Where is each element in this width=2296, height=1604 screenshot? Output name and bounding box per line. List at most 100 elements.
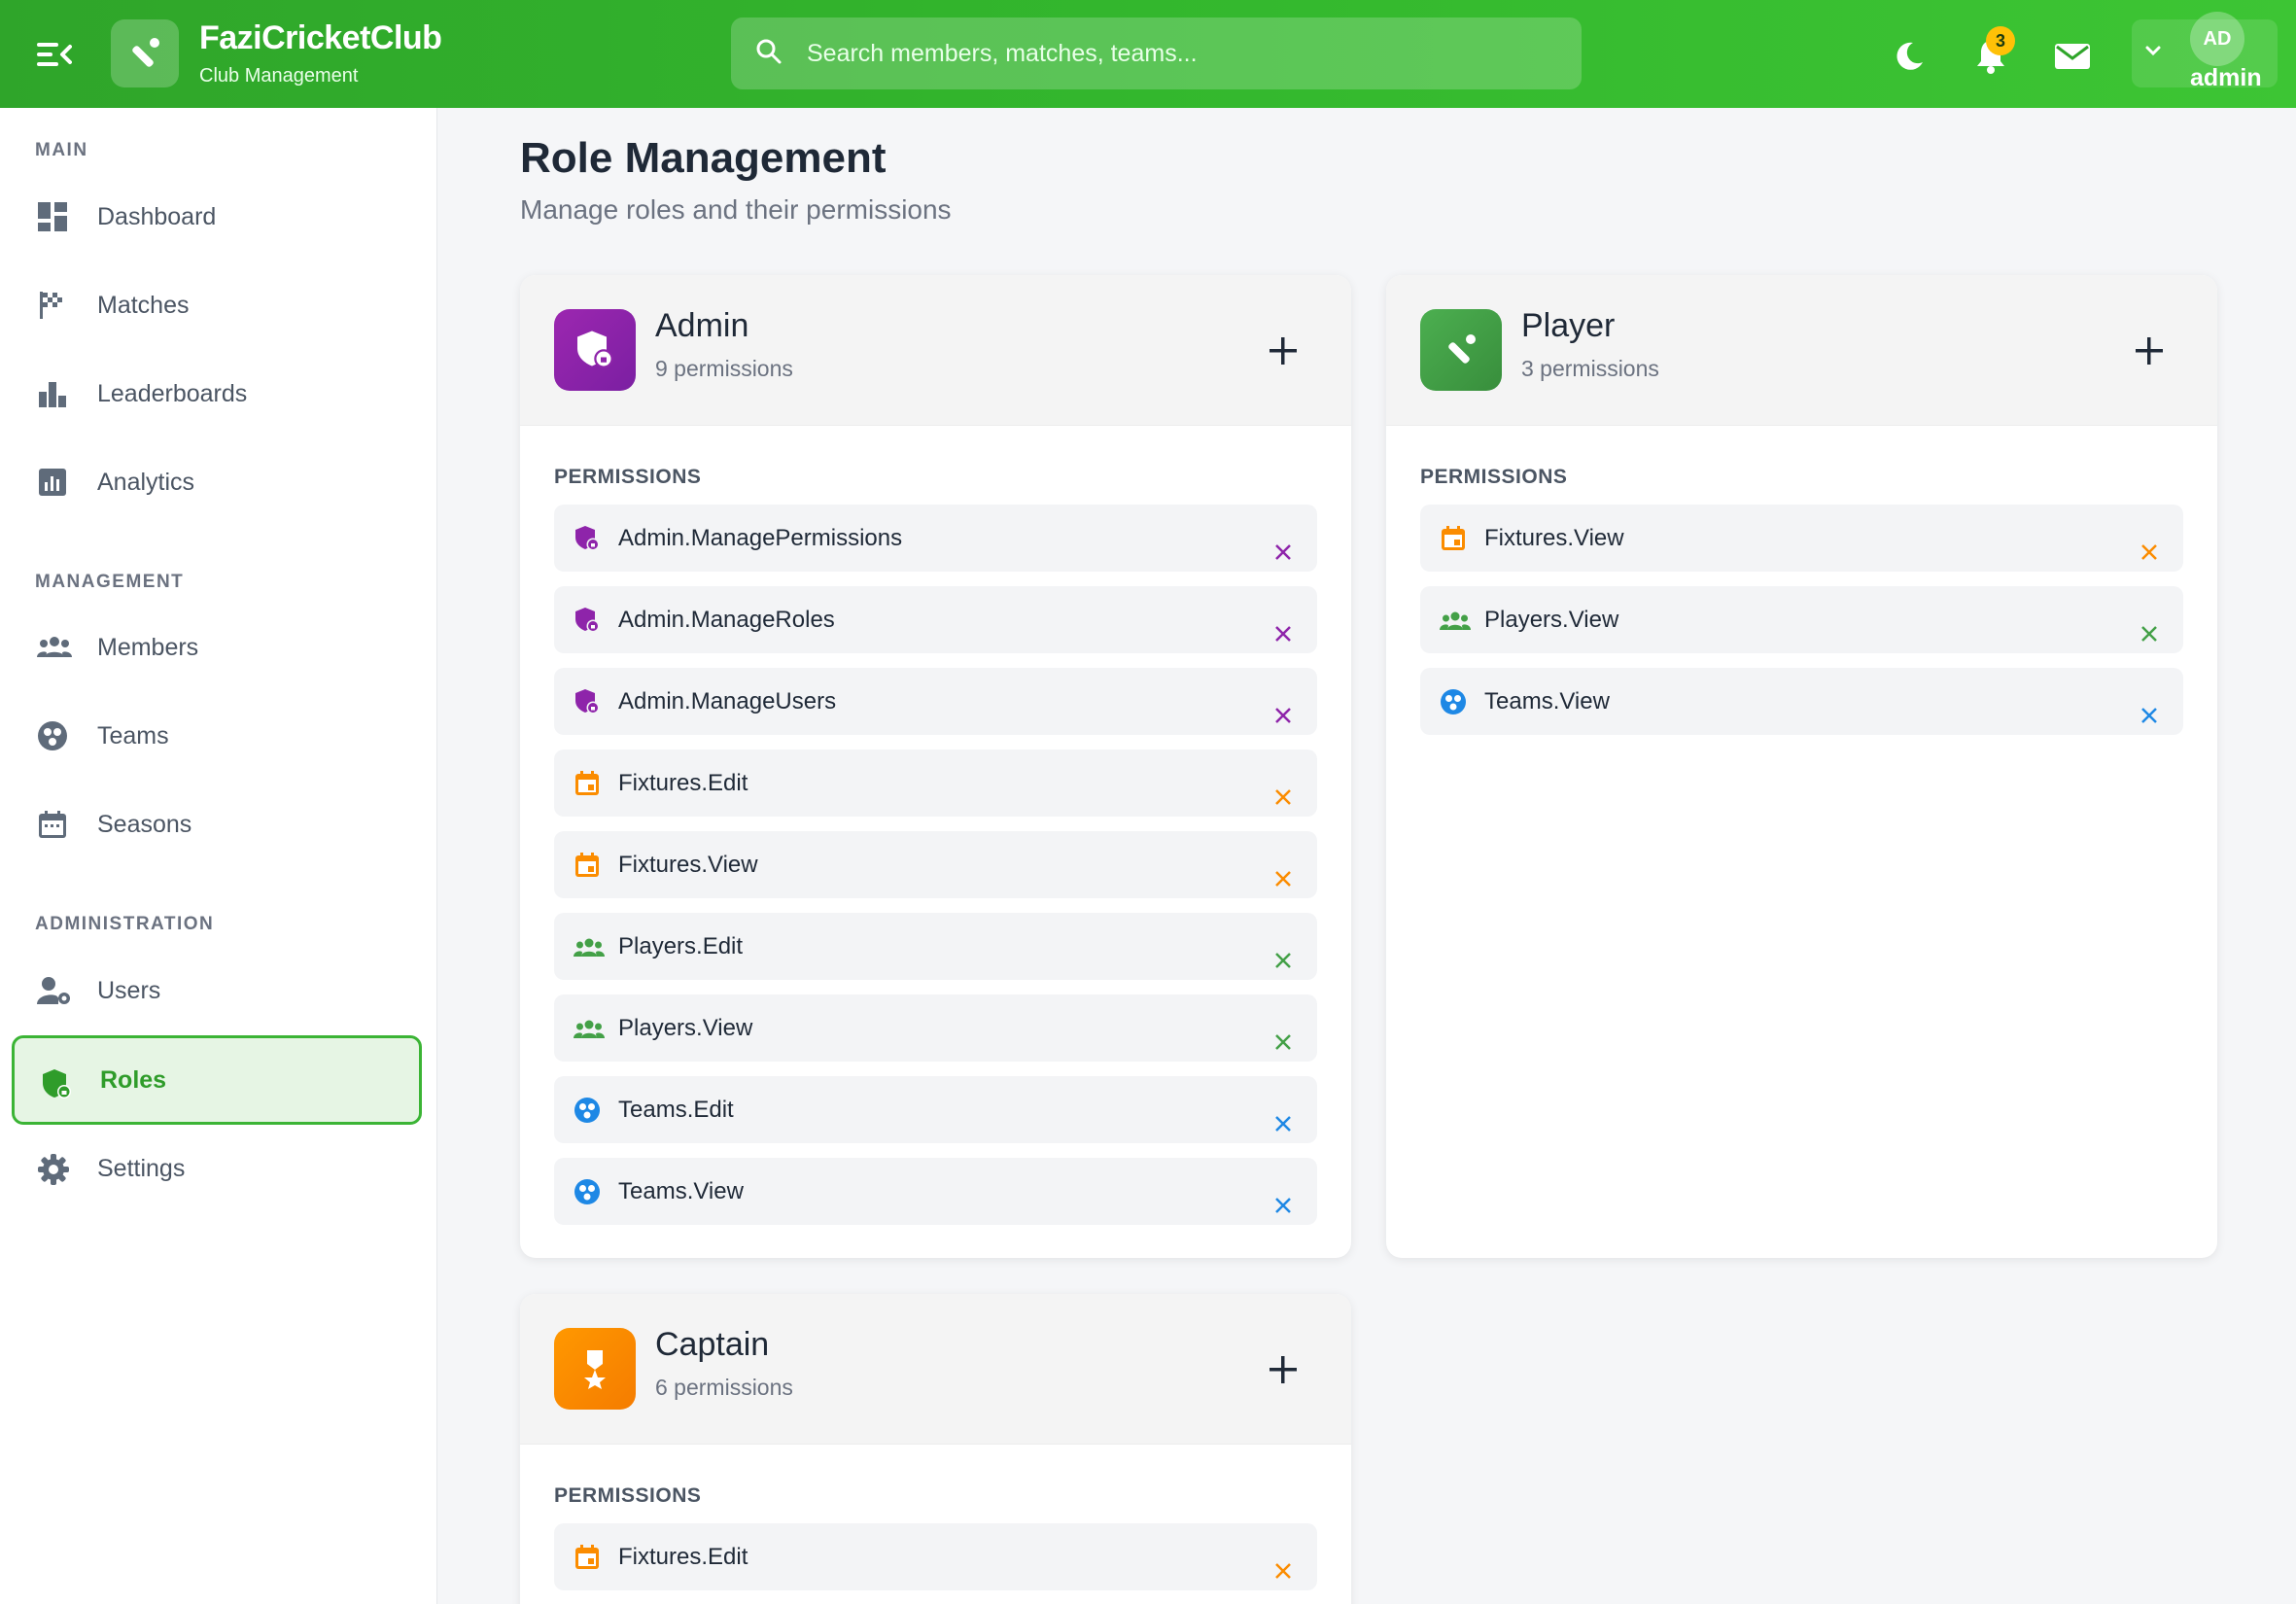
shield-lock-icon <box>40 1067 73 1100</box>
analytics-icon <box>37 467 70 500</box>
avatar: AD <box>2190 12 2244 66</box>
medal-icon <box>554 1328 636 1410</box>
remove-permission-icon[interactable] <box>1272 1113 1294 1134</box>
permission-item: Fixtures.View <box>1420 505 2183 572</box>
remove-permission-icon[interactable] <box>1272 623 1294 645</box>
menu-collapse-icon[interactable] <box>37 41 72 68</box>
remove-permission-icon[interactable] <box>2139 541 2160 563</box>
cricket-icon <box>1420 309 1502 391</box>
sidebar-item-teams[interactable]: Teams <box>12 691 422 781</box>
add-permission-button[interactable] <box>2132 333 2167 368</box>
sidebar-item-analytics[interactable]: Analytics <box>12 437 422 527</box>
shield-lock-icon <box>574 525 601 552</box>
page-subtitle: Manage roles and their permissions <box>520 194 952 225</box>
sidebar: MAIN Dashboard Matches Leaderboards Anal… <box>0 108 437 1604</box>
sidebar-item-roles[interactable]: Roles <box>12 1035 422 1125</box>
group-icon <box>574 933 605 960</box>
user-menu[interactable]: AD admin <box>2132 12 2278 91</box>
top-bar: FaziCricketClub Club Management 3 <box>0 0 2296 108</box>
search-input[interactable] <box>807 17 1565 89</box>
shield-icon <box>554 309 636 391</box>
permission-item: Players.Edit <box>554 913 1317 980</box>
permission-name: Players.View <box>618 1015 753 1041</box>
group-icon <box>37 632 72 665</box>
remove-permission-icon[interactable] <box>1272 1560 1294 1582</box>
shield-lock-icon <box>574 607 601 634</box>
sidebar-item-label: Seasons <box>97 810 192 838</box>
permission-item: Teams.View <box>554 1158 1317 1225</box>
permission-name: Teams.Edit <box>618 1097 734 1123</box>
sidebar-item-users[interactable]: Users <box>12 946 422 1035</box>
sidebar-item-label: Users <box>97 976 161 1004</box>
remove-permission-icon[interactable] <box>1272 705 1294 726</box>
teams-icon <box>574 1178 601 1205</box>
sidebar-item-label: Analytics <box>97 468 195 496</box>
sidebar-item-seasons[interactable]: Seasons <box>12 780 422 869</box>
remove-permission-icon[interactable] <box>1272 541 1294 563</box>
permissions-label: PERMISSIONS <box>554 466 702 488</box>
role-card-header <box>520 1294 1351 1445</box>
permission-name: Admin.ManageUsers <box>618 688 837 715</box>
user-settings-icon <box>37 975 70 1008</box>
chevron-down-icon <box>2143 41 2163 65</box>
group-icon <box>574 1015 605 1042</box>
role-card-header <box>1386 275 2217 426</box>
permission-item: Teams.View <box>1420 668 2183 735</box>
role-card-header <box>520 275 1351 426</box>
sidebar-item-members[interactable]: Members <box>12 603 422 692</box>
remove-permission-icon[interactable] <box>1272 1195 1294 1216</box>
permission-name: Admin.ManageRoles <box>618 607 835 633</box>
permission-item: Admin.ManageUsers <box>554 668 1317 735</box>
permission-item: Fixtures.Edit <box>554 1523 1317 1590</box>
role-card-admin: Admin 9 permissions PERMISSIONS Admin.Ma… <box>520 275 1351 1258</box>
cricket-logo-icon <box>111 19 179 87</box>
remove-permission-icon[interactable] <box>1272 1031 1294 1053</box>
permission-name: Fixtures.Edit <box>618 1544 748 1570</box>
role-permission-count: 3 permissions <box>1521 356 1659 381</box>
section-label-management: MANAGEMENT <box>35 572 185 592</box>
sidebar-item-label: Teams <box>97 721 169 750</box>
sidebar-item-matches[interactable]: Matches <box>12 261 422 350</box>
permission-name: Fixtures.Edit <box>618 770 748 796</box>
role-permission-count: 6 permissions <box>655 1375 793 1400</box>
remove-permission-icon[interactable] <box>2139 623 2160 645</box>
permission-name: Admin.ManagePermissions <box>618 525 903 551</box>
sidebar-item-label: Roles <box>100 1065 167 1094</box>
permission-name: Teams.View <box>618 1178 744 1204</box>
role-name: Admin <box>655 307 749 344</box>
add-permission-button[interactable] <box>1266 1352 1301 1387</box>
permission-item: Admin.ManageRoles <box>554 586 1317 653</box>
sidebar-item-leaderboards[interactable]: Leaderboards <box>12 349 422 438</box>
add-permission-button[interactable] <box>1266 333 1301 368</box>
calendar-icon <box>574 770 601 797</box>
sidebar-item-label: Dashboard <box>97 202 217 230</box>
permission-name: Players.Edit <box>618 933 744 959</box>
sidebar-item-settings[interactable]: Settings <box>12 1124 422 1213</box>
app-subtitle: Club Management <box>199 65 359 87</box>
mail-icon[interactable] <box>2053 37 2092 76</box>
teams-icon <box>574 1097 601 1124</box>
permission-item: Teams.Edit <box>554 1076 1317 1143</box>
teams-icon <box>37 720 70 753</box>
sidebar-item-label: Matches <box>97 291 190 319</box>
dashboard-icon <box>37 201 70 234</box>
sidebar-item-dashboard[interactable]: Dashboard <box>12 172 422 262</box>
permission-name: Players.View <box>1484 607 1619 633</box>
app-name: FaziCricketClub <box>199 19 442 56</box>
permission-name: Teams.View <box>1484 688 1610 715</box>
dark-mode-icon[interactable] <box>1890 37 1929 76</box>
remove-permission-icon[interactable] <box>1272 868 1294 889</box>
group-icon <box>1440 607 1471 634</box>
sidebar-item-label: Settings <box>97 1154 186 1182</box>
shield-lock-icon <box>574 688 601 715</box>
permissions-label: PERMISSIONS <box>1420 466 1568 488</box>
permission-name: Fixtures.View <box>618 852 758 878</box>
remove-permission-icon[interactable] <box>1272 786 1294 808</box>
bar-chart-icon <box>37 378 70 411</box>
remove-permission-icon[interactable] <box>1272 950 1294 971</box>
section-label-main: MAIN <box>35 140 88 160</box>
role-card-player: Player 3 permissions PERMISSIONS Fixture… <box>1386 275 2217 1258</box>
remove-permission-icon[interactable] <box>2139 705 2160 726</box>
gear-icon <box>37 1153 70 1186</box>
role-permission-count: 9 permissions <box>655 356 793 381</box>
